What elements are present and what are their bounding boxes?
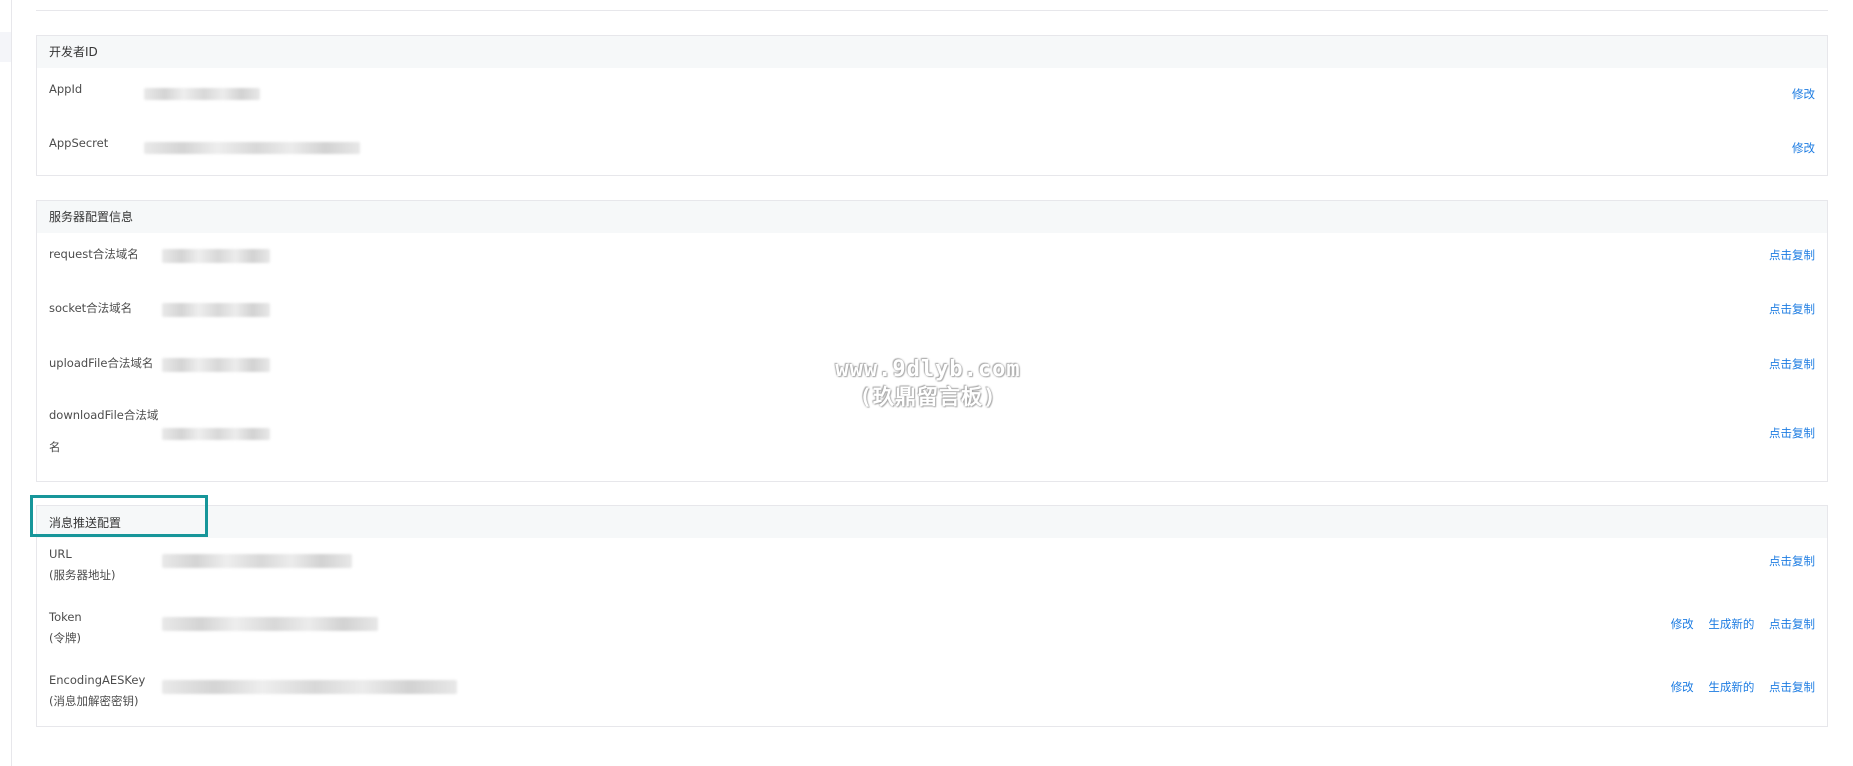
uploadfile-domain-value-blurred <box>162 358 270 372</box>
appid-label: AppId <box>49 82 83 96</box>
appid-value-blurred <box>144 88 260 100</box>
socket-domain-copy-link[interactable]: 点击复制 <box>1769 302 1815 316</box>
token-value-blurred <box>162 617 378 631</box>
token-modify-link[interactable]: 修改 <box>1671 617 1694 631</box>
url-value-blurred <box>162 554 352 568</box>
token-copy-link[interactable]: 点击复制 <box>1769 617 1815 631</box>
socket-domain-label: socket合法域名 <box>49 301 133 315</box>
token-label-line2: (令牌) <box>49 631 81 645</box>
appid-modify-link[interactable]: 修改 <box>1792 87 1815 101</box>
downloadfile-domain-label-line2: 名 <box>49 440 61 454</box>
url-actions: 点击复制 <box>1758 553 1815 569</box>
token-label-line1: Token <box>49 610 82 624</box>
appsecret-label: AppSecret <box>49 136 109 150</box>
appid-actions: 修改 <box>1781 86 1815 102</box>
uploadfile-domain-copy-link[interactable]: 点击复制 <box>1769 357 1815 371</box>
uploadfile-domain-label: uploadFile合法域名 <box>49 356 154 370</box>
encoding-aes-key-label-line2: (消息加解密密钥) <box>49 694 139 708</box>
section-header-server-config: 服务器配置信息 <box>37 201 1827 233</box>
row-url: URL (服务器地址) 点击复制 <box>37 538 1827 601</box>
appsecret-modify-link[interactable]: 修改 <box>1792 141 1815 155</box>
encoding-aes-key-label-line1: EncodingAESKey <box>49 673 146 687</box>
downloadfile-domain-copy-link[interactable]: 点击复制 <box>1769 426 1815 440</box>
socket-domain-actions: 点击复制 <box>1758 301 1815 317</box>
row-token: Token (令牌) 修改 生成新的 点击复制 <box>37 601 1827 664</box>
downloadfile-domain-value-blurred <box>162 428 270 440</box>
section-header-message-push: 消息推送配置 <box>37 506 1827 538</box>
request-domain-label: request合法域名 <box>49 247 139 261</box>
encoding-aes-key-copy-link[interactable]: 点击复制 <box>1769 680 1815 694</box>
row-socket-domain: socket合法域名 点击复制 <box>37 287 1827 342</box>
appsecret-value-blurred <box>144 142 360 154</box>
encoding-aes-key-generate-new-link[interactable]: 生成新的 <box>1708 680 1754 694</box>
encoding-aes-key-value-blurred <box>162 680 457 694</box>
row-downloadfile-domain: downloadFile合法域 名 点击复制 <box>37 396 1827 480</box>
downloadfile-domain-actions: 点击复制 <box>1758 425 1815 441</box>
token-generate-new-link[interactable]: 生成新的 <box>1708 617 1754 631</box>
encoding-aes-key-actions: 修改 生成新的 点击复制 <box>1660 679 1815 695</box>
downloadfile-domain-label-line1: downloadFile合法域 <box>49 408 159 422</box>
request-domain-copy-link[interactable]: 点击复制 <box>1769 248 1815 262</box>
top-divider <box>36 10 1828 11</box>
socket-domain-value-blurred <box>162 303 270 317</box>
appsecret-actions: 修改 <box>1781 140 1815 156</box>
uploadfile-domain-actions: 点击复制 <box>1758 356 1815 372</box>
left-sidebar-edge <box>0 0 12 766</box>
developer-id-section: 开发者ID AppId 修改 AppSecret 修改 <box>36 35 1828 176</box>
server-config-section: 服务器配置信息 request合法域名 点击复制 socket合法域名 点击复制… <box>36 200 1828 482</box>
url-label-line1: URL <box>49 547 72 561</box>
row-appid: AppId 修改 <box>37 68 1827 122</box>
token-actions: 修改 生成新的 点击复制 <box>1660 616 1815 632</box>
row-appsecret: AppSecret 修改 <box>37 122 1827 175</box>
sidebar-active-marker <box>0 32 11 62</box>
row-encoding-aes-key: EncodingAESKey (消息加解密密钥) 修改 生成新的 点击复制 <box>37 664 1827 726</box>
row-request-domain: request合法域名 点击复制 <box>37 233 1827 287</box>
url-label-line2: (服务器地址) <box>49 568 116 582</box>
request-domain-value-blurred <box>162 249 270 263</box>
row-uploadfile-domain: uploadFile合法域名 点击复制 <box>37 342 1827 396</box>
encoding-aes-key-modify-link[interactable]: 修改 <box>1671 680 1694 694</box>
message-push-section: 消息推送配置 URL (服务器地址) 点击复制 Token (令牌) 修改 生成… <box>36 505 1828 727</box>
section-header-developer-id: 开发者ID <box>37 36 1827 68</box>
url-copy-link[interactable]: 点击复制 <box>1769 554 1815 568</box>
request-domain-actions: 点击复制 <box>1758 247 1815 263</box>
